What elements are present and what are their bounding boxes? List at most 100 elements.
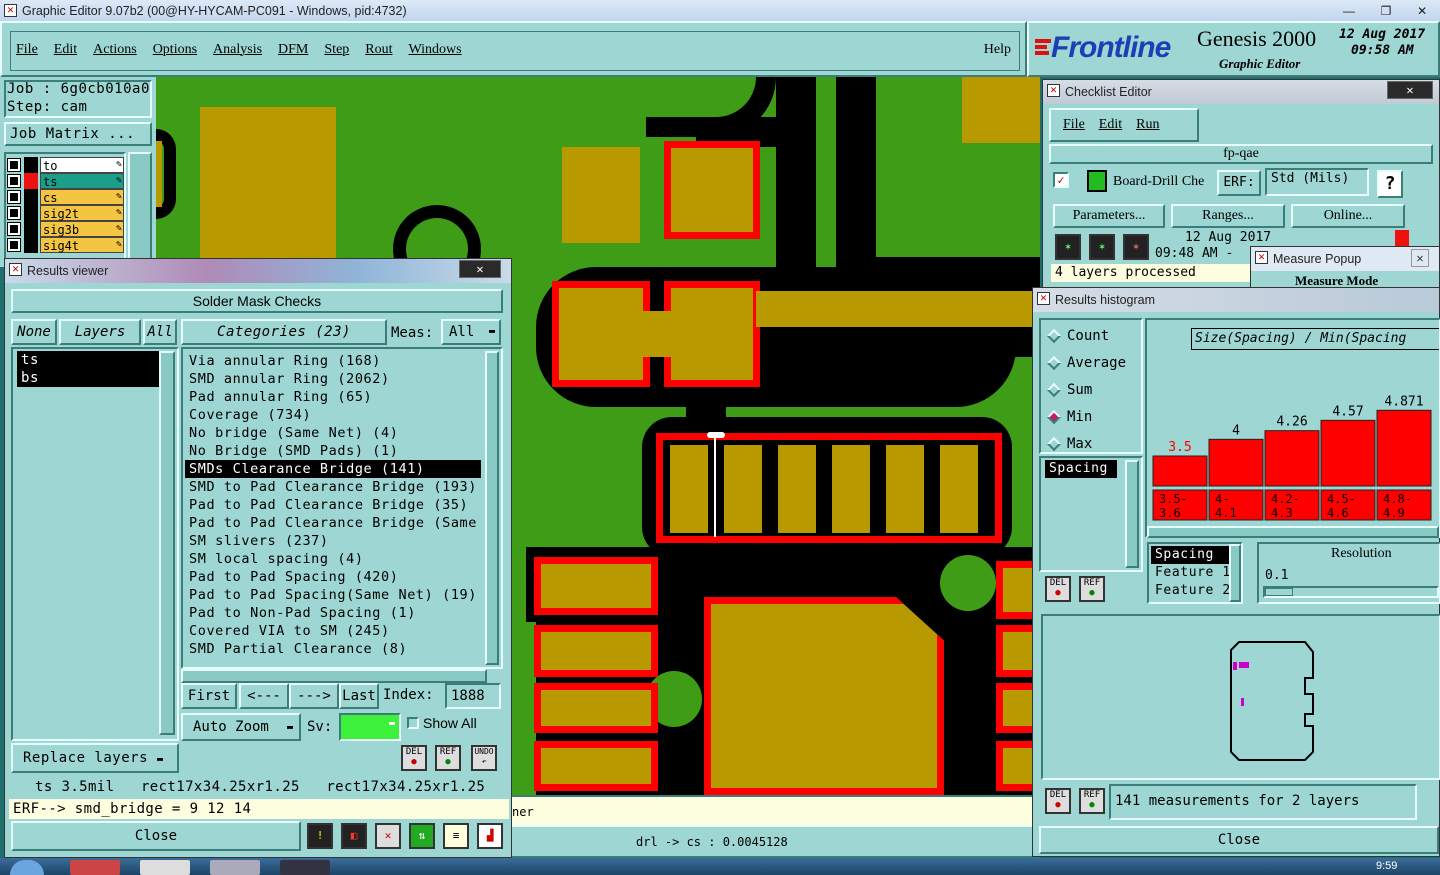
toolbar-icon-4[interactable]: ⇅ <box>409 823 435 849</box>
category-item[interactable]: Pad to Non-Pad Spacing (1) <box>185 604 481 622</box>
menu-rout[interactable]: Rout <box>365 42 392 58</box>
layer-checkbox[interactable] <box>7 158 21 172</box>
layer-scrollbar[interactable] <box>128 152 152 267</box>
toolbar-icon-1[interactable]: ! <box>307 823 333 849</box>
histogram-bar[interactable] <box>1320 419 1376 487</box>
layer-list-item[interactable]: bs <box>17 369 159 387</box>
stat-radio[interactable] <box>1046 355 1062 371</box>
menu-help[interactable]: Help <box>984 42 1011 58</box>
layer-row[interactable]: sig4t ✎ <box>7 237 124 253</box>
hist-del-button[interactable]: DEL ● <box>1045 788 1071 814</box>
next-button[interactable]: ---> <box>289 683 339 709</box>
category-item[interactable]: Coverage (734) <box>185 406 481 424</box>
first-button[interactable]: First <box>181 683 237 709</box>
stat-option-label[interactable]: Count <box>1067 328 1109 344</box>
meas-dropdown[interactable]: All ▬ <box>441 319 501 345</box>
layer-checkbox[interactable] <box>7 190 21 204</box>
run-icon-2[interactable]: ✶ <box>1089 234 1115 260</box>
categories-h-scrollbar[interactable] <box>181 669 487 683</box>
checklist-row-checkbox[interactable]: ✓ <box>1053 172 1069 188</box>
run-icon-3[interactable]: ✶ <box>1123 234 1149 260</box>
param-scrollbar[interactable] <box>1125 460 1139 568</box>
board-preview[interactable] <box>1041 614 1440 780</box>
parameters-button[interactable]: Parameters... <box>1053 204 1165 228</box>
layer-row[interactable]: ts ✎ <box>7 173 124 189</box>
category-item[interactable]: SM slivers (237) <box>185 532 481 550</box>
layer-list-scrollbar[interactable] <box>159 351 175 735</box>
hist-ref-button-top[interactable]: REF ● <box>1079 576 1105 602</box>
histogram-close-button[interactable]: Close <box>1039 826 1439 854</box>
category-item[interactable]: SMDs Clearance Bridge (141) <box>185 460 481 478</box>
stat-radio[interactable] <box>1046 409 1062 425</box>
histogram-bar[interactable] <box>1376 409 1432 487</box>
layers-button[interactable]: Layers <box>59 319 141 345</box>
category-item[interactable]: Covered VIA to SM (245) <box>185 622 481 640</box>
taskbar-app-2[interactable] <box>140 860 190 875</box>
category-item[interactable]: SMD annular Ring (2062) <box>185 370 481 388</box>
maximize-button[interactable]: ❐ <box>1381 4 1392 18</box>
last-button[interactable]: Last <box>339 683 379 709</box>
category-item[interactable]: Pad to Pad Clearance Bridge (Same <box>185 514 481 532</box>
auto-zoom-dropdown[interactable]: Auto Zoom ▬ <box>181 713 301 741</box>
std-field[interactable]: Std (Mils) <box>1265 168 1369 196</box>
stat-option-label[interactable]: Sum <box>1067 382 1092 398</box>
stat-radio[interactable] <box>1046 436 1062 452</box>
sv-color-dropdown[interactable]: ▬ <box>339 713 401 741</box>
categories-scrollbar[interactable] <box>485 351 499 665</box>
close-window-button[interactable]: ✕ <box>1417 4 1427 18</box>
category-item[interactable]: No bridge (Same Net) (4) <box>185 424 481 442</box>
online-button[interactable]: Online... <box>1291 204 1405 228</box>
toolbar-icon-2[interactable]: ◧ <box>341 823 367 849</box>
layer-color-swatch[interactable] <box>24 221 38 237</box>
layer-color-swatch[interactable] <box>24 157 38 173</box>
field-list-item[interactable]: Spacing <box>1151 546 1233 564</box>
histogram-bar[interactable] <box>1208 438 1264 487</box>
category-item[interactable]: Pad annular Ring (65) <box>185 388 481 406</box>
stat-option-label[interactable]: Average <box>1067 355 1126 371</box>
run-icon-1[interactable]: ✶ <box>1055 234 1081 260</box>
chart-h-scrollbar[interactable] <box>1147 526 1439 538</box>
menu-step[interactable]: Step <box>324 42 349 58</box>
checklist-menu-file[interactable]: File <box>1063 117 1085 133</box>
layer-color-swatch[interactable] <box>24 173 38 189</box>
resolution-slider[interactable] <box>1263 586 1439 598</box>
layer-checkbox[interactable] <box>7 222 21 236</box>
start-button[interactable] <box>10 860 44 875</box>
menu-windows[interactable]: Windows <box>409 42 462 58</box>
category-item[interactable]: SM local spacing (4) <box>185 550 481 568</box>
field-scrollbar[interactable] <box>1229 544 1241 602</box>
layer-list-item[interactable]: ts <box>17 351 159 369</box>
histogram-bar[interactable] <box>1152 455 1208 487</box>
toolbar-icon-5[interactable]: ≡ <box>443 823 469 849</box>
show-all-checkbox[interactable] <box>407 717 419 729</box>
all-layers-button[interactable]: All <box>143 319 177 345</box>
menu-actions[interactable]: Actions <box>93 42 137 58</box>
layer-color-swatch[interactable] <box>24 205 38 221</box>
prev-button[interactable]: <--- <box>239 683 289 709</box>
histogram-icon[interactable]: ▟ <box>477 823 503 849</box>
category-item[interactable]: Pad to Pad Spacing (420) <box>185 568 481 586</box>
field-list-item[interactable]: Feature 1 <box>1151 564 1233 582</box>
menu-analysis[interactable]: Analysis <box>213 42 262 58</box>
category-item[interactable]: SMD to Pad Clearance Bridge (193) <box>185 478 481 496</box>
index-input[interactable]: 1888 <box>445 683 501 709</box>
menu-edit[interactable]: Edit <box>54 42 77 58</box>
none-button[interactable]: None <box>11 319 57 345</box>
undo-button[interactable]: UNDO ↶ <box>471 745 497 771</box>
layer-checkbox[interactable] <box>7 206 21 220</box>
minimize-button[interactable]: — <box>1343 4 1355 18</box>
del-button[interactable]: DEL ● <box>401 745 427 771</box>
field-list-item[interactable]: Feature 2 <box>1151 582 1233 600</box>
stat-radio[interactable] <box>1046 328 1062 344</box>
checklist-menu-run[interactable]: Run <box>1136 117 1159 133</box>
histogram-bar[interactable] <box>1264 430 1320 487</box>
layer-row[interactable]: sig3b ✎ <box>7 221 124 237</box>
taskbar-app-1[interactable] <box>70 860 120 875</box>
erf-button[interactable]: ERF: <box>1217 170 1261 196</box>
category-item[interactable]: Pad to Pad Clearance Bridge (35) <box>185 496 481 514</box>
hist-ref-button[interactable]: REF ● <box>1079 788 1105 814</box>
results-viewer-close-icon[interactable]: ✕ <box>459 260 501 278</box>
results-viewer-close-button[interactable]: Close <box>11 821 301 851</box>
taskbar-app-3[interactable] <box>210 860 260 875</box>
layer-color-swatch[interactable] <box>24 237 38 253</box>
